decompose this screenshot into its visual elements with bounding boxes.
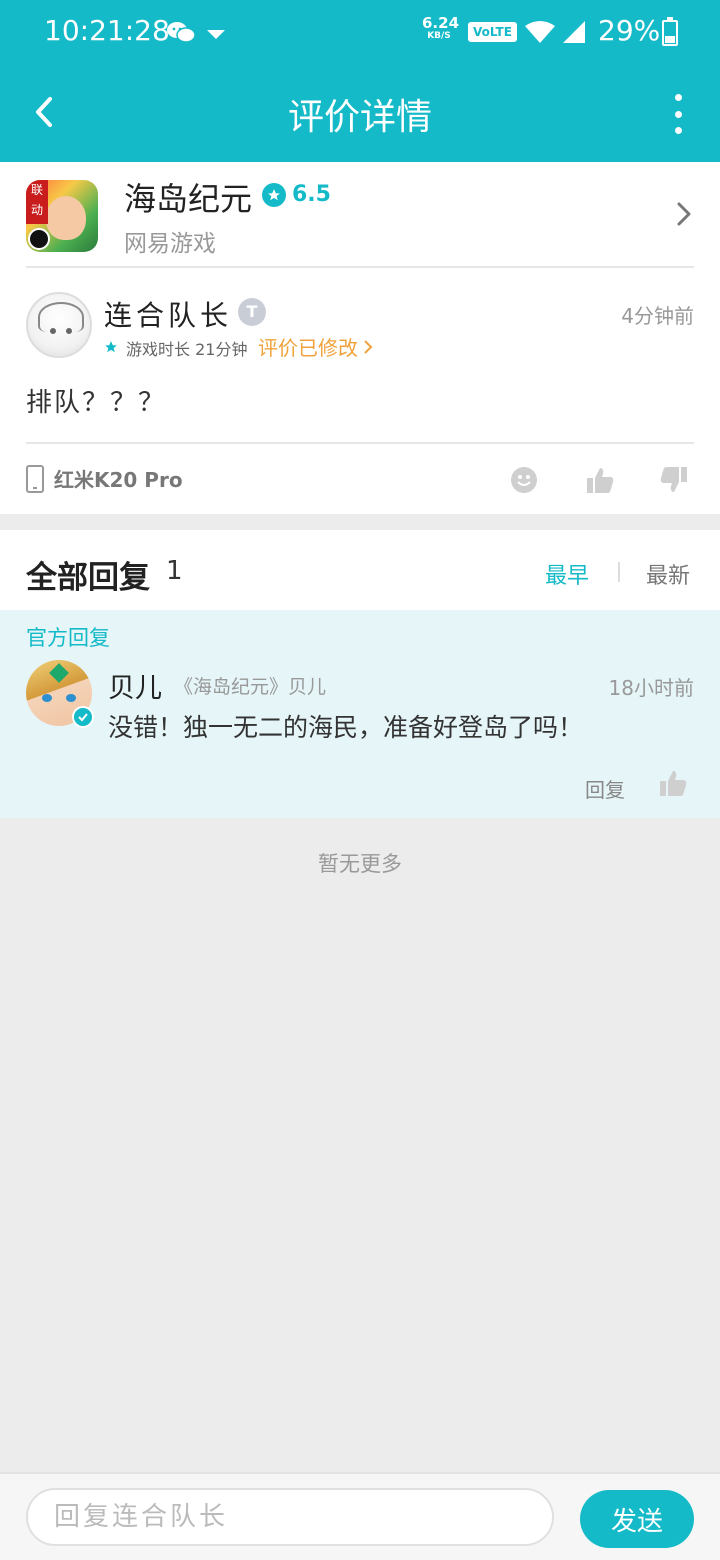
- divider: [26, 266, 694, 268]
- review-content: 排队？？？: [26, 388, 167, 418]
- divider: [26, 442, 694, 444]
- avatar-eye: [66, 328, 72, 334]
- more-dot-icon: [674, 127, 682, 134]
- thumbs-up-icon: [660, 771, 687, 796]
- device-info: 红米K20 Pro: [26, 464, 183, 493]
- review-edited-link[interactable]: 评价已修改: [258, 332, 374, 361]
- net-speed-value: 6.24: [422, 14, 460, 32]
- device-name: 红米K20 Pro: [54, 468, 183, 492]
- chevron-right-icon: [676, 200, 692, 232]
- no-more-text: 暂无更多: [318, 852, 402, 876]
- verified-icon: [72, 706, 94, 728]
- official-like-button[interactable]: [658, 768, 688, 798]
- game-rating: 6.5: [262, 182, 331, 207]
- game-icon-badge: 联动: [26, 180, 48, 224]
- dislike-button[interactable]: [658, 464, 690, 496]
- status-bar: 10:21:28 6.24 KB/S VoLTE 29%: [0, 0, 720, 64]
- official-reply-time: 18小时前: [608, 676, 694, 700]
- game-icon: 联动: [26, 180, 98, 252]
- official-reply-content: 没错！独一无二的海民，准备好登岛了吗！: [108, 713, 584, 742]
- wechat-icon: [166, 20, 196, 48]
- game-score: 6.5: [292, 182, 331, 207]
- emoji-button[interactable]: [508, 464, 540, 496]
- official-name[interactable]: 贝儿: [108, 666, 162, 705]
- avatar-sketch: [38, 302, 84, 332]
- replies-header: 全部回复 1 最早 最新: [0, 530, 720, 610]
- replies-title: 全部回复: [26, 560, 150, 596]
- top-bar: 10:21:28 6.24 KB/S VoLTE 29% 评价详情: [0, 0, 720, 162]
- review-time: 4分钟前: [621, 304, 694, 328]
- playtime-text: 游戏时长 21分钟: [126, 340, 248, 359]
- reply-input[interactable]: [26, 1488, 554, 1546]
- sort-newest-tab[interactable]: 最新: [646, 558, 690, 590]
- nav-bar: 评价详情: [0, 64, 720, 162]
- playtime: 游戏时长 21分钟: [104, 336, 247, 360]
- reply-bar: 发送: [0, 1472, 720, 1560]
- more-dot-icon: [674, 94, 682, 101]
- notification-dropdown-icon: [206, 26, 226, 45]
- wifi-icon: [524, 20, 556, 48]
- net-speed-unit: KB/S: [427, 31, 451, 41]
- small-star-icon: [104, 339, 118, 358]
- game-info-row[interactable]: 联动 海岛纪元 6.5 网易游戏: [0, 162, 720, 266]
- thumbs-down-icon: [660, 467, 687, 492]
- official-reply: 官方回复 贝儿 《海岛纪元》贝儿 18小时前 没错！独一无二的海民，准备好登岛了…: [0, 610, 720, 818]
- send-button[interactable]: 发送: [580, 1490, 694, 1548]
- chevron-right-small-icon: [364, 339, 373, 354]
- smiley-icon: [511, 467, 537, 493]
- replies-count: 1: [166, 556, 183, 586]
- game-icon-ball: [28, 228, 50, 250]
- official-game-tag: 《海岛纪元》贝儿: [174, 676, 327, 698]
- signal-icon: [562, 20, 586, 48]
- official-reply-label: 官方回复: [26, 626, 110, 650]
- star-icon: [262, 182, 286, 207]
- review-username[interactable]: 连合队长: [104, 294, 232, 334]
- avatar-gem: [49, 663, 69, 683]
- thumbs-up-icon: [587, 468, 614, 493]
- review-edited-text: 评价已修改: [258, 336, 358, 360]
- page-title: 评价详情: [287, 97, 432, 138]
- avatar-eye: [50, 328, 56, 334]
- volte-badge: VoLTE: [468, 22, 517, 42]
- sort-earliest-tab[interactable]: 最早: [545, 558, 589, 590]
- phone-icon: [26, 464, 44, 493]
- review-card: 联动 海岛纪元 6.5 网易游戏 连合队长 T 4分钟前 游戏时长 21分钟 评…: [0, 162, 720, 514]
- sort-divider: [618, 562, 620, 582]
- user-level-badge: T: [238, 298, 266, 326]
- more-dot-icon: [674, 110, 682, 118]
- game-name: 海岛纪元: [124, 180, 253, 218]
- net-speed: 6.24 KB/S: [422, 14, 460, 42]
- battery-percent: 29%: [598, 14, 661, 47]
- game-icon-character: [46, 196, 86, 240]
- game-developer: 网易游戏: [124, 231, 216, 257]
- more-options-button[interactable]: [666, 94, 690, 134]
- battery-icon: [662, 17, 678, 46]
- avatar-eye: [66, 694, 76, 702]
- avatar-eye: [42, 694, 52, 702]
- status-time: 10:21:28: [44, 14, 170, 47]
- like-button[interactable]: [584, 464, 616, 496]
- user-avatar[interactable]: [26, 292, 92, 358]
- reply-button[interactable]: 回复: [585, 774, 625, 803]
